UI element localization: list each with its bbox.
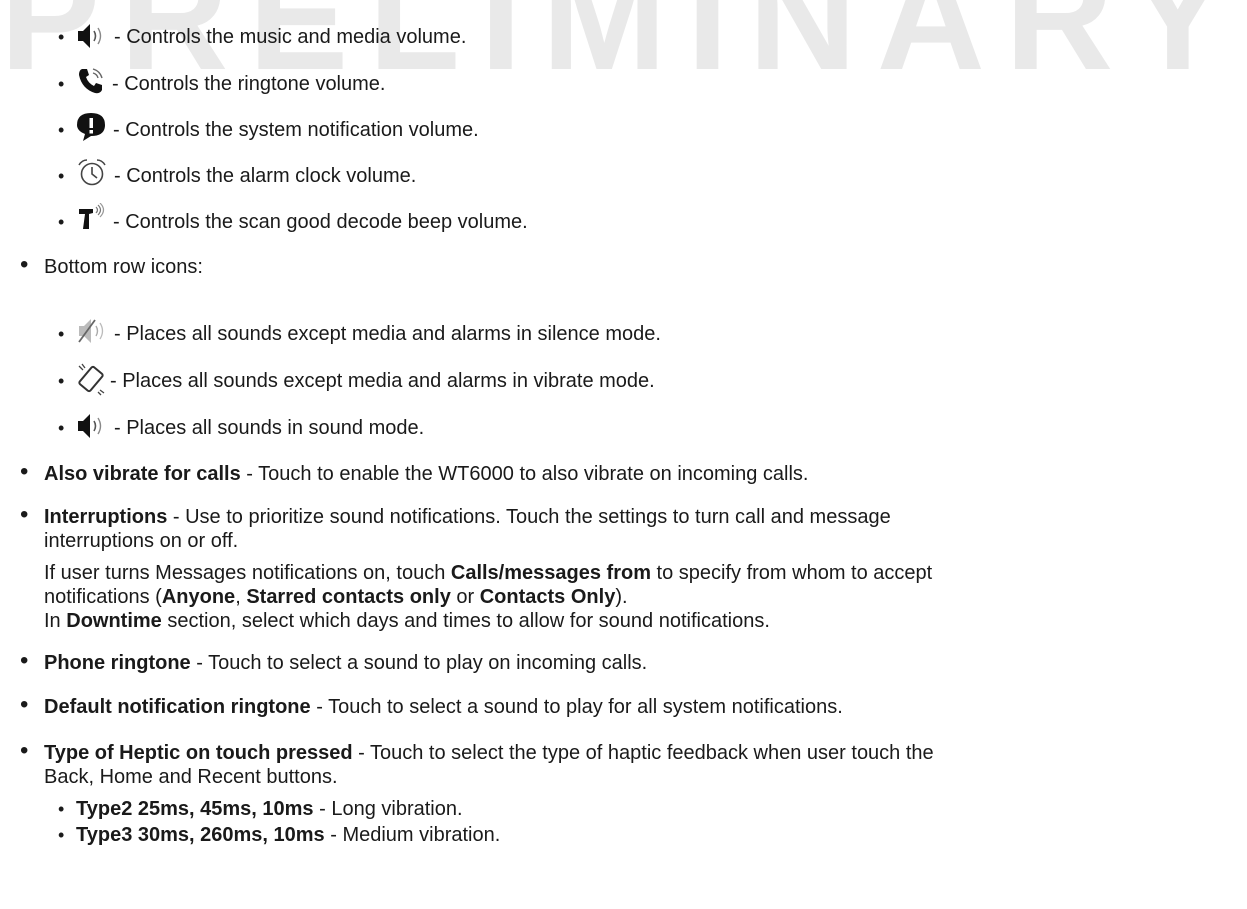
bullet: • xyxy=(58,74,65,94)
bullet: • xyxy=(20,691,29,718)
bullet: • xyxy=(58,825,65,845)
list-item-text: - Controls the ringtone volume. xyxy=(112,73,386,95)
list-item-text: - Controls the music and media volume. xyxy=(114,26,467,48)
bullet: • xyxy=(20,458,29,485)
mute-icon xyxy=(78,319,104,343)
list-item-text: - Places all sounds in sound mode. xyxy=(114,417,425,439)
notification-icon xyxy=(77,113,105,141)
list-item-text: - Controls the system notification volum… xyxy=(113,119,479,141)
term: Default notification ringtone xyxy=(44,696,311,718)
description-continued: interruptions on or off. xyxy=(44,530,239,552)
bullet: • xyxy=(58,166,65,186)
messages-paragraph-line1: If user turns Messages notifications on,… xyxy=(44,562,933,584)
term: Type3 30ms, 260ms, 10ms xyxy=(76,824,325,846)
description-continued: Back, Home and Recent buttons. xyxy=(44,766,338,788)
phone-icon xyxy=(79,68,103,94)
list-item-text: - Places all sounds except media and ala… xyxy=(110,370,655,392)
alarm-clock-icon xyxy=(78,159,106,186)
messages-paragraph-line2: notifications (Anyone, Starred contacts … xyxy=(44,586,628,608)
bullet: • xyxy=(20,737,29,764)
scanner-icon xyxy=(79,203,105,229)
term: Type2 25ms, 45ms, 10ms xyxy=(76,798,314,820)
description: - Medium vibration. xyxy=(324,824,501,846)
bullet: • xyxy=(58,799,65,819)
bullet: • xyxy=(20,251,29,278)
speaker-icon xyxy=(78,414,102,438)
bullet: • xyxy=(58,120,65,140)
term: Also vibrate for calls xyxy=(44,463,241,485)
list-item-text: Bottom row icons: xyxy=(44,256,203,278)
description: - Touch to enable the WT6000 to also vib… xyxy=(240,463,809,485)
bullet: • xyxy=(58,212,65,232)
description: - Touch to select the type of haptic fee… xyxy=(352,742,934,764)
list-item-text: - Places all sounds except media and ala… xyxy=(114,323,661,345)
description: - Use to prioritize sound notifications.… xyxy=(167,506,891,528)
bullet: • xyxy=(58,324,65,344)
term: Type of Heptic on touch pressed xyxy=(44,742,353,764)
speaker-icon xyxy=(78,24,102,48)
bullet: • xyxy=(58,371,65,391)
description: - Touch to select a sound to play for al… xyxy=(310,696,843,718)
bullet: • xyxy=(20,647,29,674)
bullet: • xyxy=(58,418,65,438)
downtime-paragraph: In Downtime section, select which days a… xyxy=(44,610,770,632)
list-item-text: - Controls the alarm clock volume. xyxy=(114,165,417,187)
bullet: • xyxy=(20,501,29,528)
term: Interruptions xyxy=(44,506,168,528)
bullet: • xyxy=(58,27,65,47)
term: Phone ringtone xyxy=(44,652,191,674)
description: - Touch to select a sound to play on inc… xyxy=(190,652,648,674)
description: - Long vibration. xyxy=(313,798,463,820)
list-item-text: - Controls the scan good decode beep vol… xyxy=(113,211,528,233)
vibrate-icon xyxy=(78,363,105,396)
